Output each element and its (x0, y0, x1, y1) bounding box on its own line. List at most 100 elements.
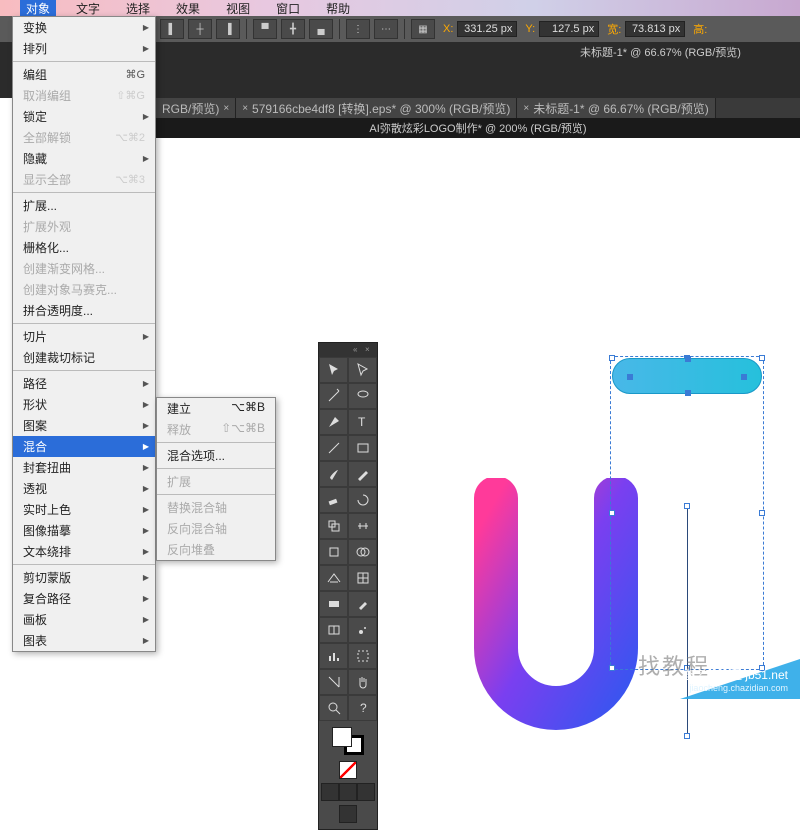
draw-mode-normal-icon[interactable] (321, 783, 339, 801)
align-bottom-icon[interactable]: ▄ (309, 19, 333, 39)
scale-tool-icon[interactable] (319, 513, 348, 539)
anchor-point[interactable] (685, 390, 691, 396)
close-icon[interactable]: × (365, 346, 373, 354)
panel-header[interactable]: « × (319, 343, 377, 357)
close-icon[interactable]: × (523, 103, 529, 114)
menu-transform[interactable]: 变换 (13, 17, 155, 38)
slice-tool-icon[interactable] (319, 669, 348, 695)
bbox-handle[interactable] (759, 510, 765, 516)
magic-wand-tool-icon[interactable] (319, 383, 348, 409)
selection-tool-icon[interactable] (319, 357, 348, 383)
align-vcenter-icon[interactable]: ╋ (281, 19, 305, 39)
mesh-tool-icon[interactable] (348, 565, 377, 591)
menu-envelope-distort[interactable]: 封套扭曲 (13, 457, 155, 478)
tab-doc-2[interactable]: × 579166cbe4df8 [转换].eps* @ 300% (RGB/预览… (236, 98, 517, 119)
anchor-point[interactable] (684, 733, 690, 739)
anchor-point[interactable] (684, 503, 690, 509)
align-hcenter-icon[interactable]: ┼ (188, 19, 212, 39)
menu-item-help[interactable]: 帮助 (320, 0, 356, 17)
fill-swatch[interactable] (332, 727, 352, 747)
eyedropper-tool-icon[interactable] (348, 591, 377, 617)
menu-clipping-mask[interactable]: 剪切蒙版 (13, 567, 155, 588)
bbox-handle[interactable] (609, 510, 615, 516)
menu-item-select[interactable]: 选择 (120, 0, 156, 17)
w-value[interactable]: 73.813 px (625, 21, 685, 37)
artwork-capsule[interactable] (612, 358, 762, 394)
menu-image-trace[interactable]: 图像描摹 (13, 520, 155, 541)
menu-path[interactable]: 路径 (13, 373, 155, 394)
tab-doc-1[interactable]: RGB/预览) × (156, 98, 236, 119)
menu-graph[interactable]: 图表 (13, 630, 155, 651)
menu-live-paint[interactable]: 实时上色 (13, 499, 155, 520)
fill-stroke-swatches[interactable] (319, 727, 377, 755)
menu-pattern[interactable]: 图案 (13, 415, 155, 436)
menu-blend[interactable]: 混合 (13, 436, 155, 457)
close-icon[interactable]: × (223, 103, 229, 114)
pencil-tool-icon[interactable] (348, 461, 377, 487)
bbox-handle[interactable] (759, 355, 765, 361)
menu-perspective[interactable]: 透视 (13, 478, 155, 499)
tab-doc-3[interactable]: × 未标题-1* @ 66.67% (RGB/预览) (517, 98, 715, 119)
anchor-point[interactable] (685, 356, 691, 362)
bbox-handle[interactable] (609, 355, 615, 361)
rectangle-tool-icon[interactable] (348, 435, 377, 461)
anchor-point[interactable] (741, 374, 747, 380)
artboard-tool-icon[interactable] (348, 643, 377, 669)
none-swatch-icon[interactable] (339, 761, 357, 779)
menu-group[interactable]: 编组⌘G (13, 64, 155, 85)
close-icon[interactable]: × (242, 103, 248, 114)
menu-expand[interactable]: 扩展... (13, 195, 155, 216)
menu-compound-path[interactable]: 复合路径 (13, 588, 155, 609)
submenu-make[interactable]: 建立⌥⌘B (157, 398, 275, 419)
dist-v-icon[interactable]: ⋯ (374, 19, 398, 39)
transform-panel-icon[interactable]: ▦ (411, 19, 435, 39)
paintbrush-tool-icon[interactable] (319, 461, 348, 487)
draw-mode-behind-icon[interactable] (339, 783, 357, 801)
blend-tool-icon[interactable] (319, 617, 348, 643)
menu-rasterize[interactable]: 栅格化... (13, 237, 155, 258)
draw-mode-inside-icon[interactable] (357, 783, 375, 801)
submenu-blend-options[interactable]: 混合选项... (157, 445, 275, 466)
anchor-point[interactable] (627, 374, 633, 380)
rotate-tool-icon[interactable] (348, 487, 377, 513)
menu-text-wrap[interactable]: 文本绕排 (13, 541, 155, 562)
menu-crop-marks[interactable]: 创建裁切标记 (13, 347, 155, 368)
menu-artboards[interactable]: 画板 (13, 609, 155, 630)
symbol-sprayer-tool-icon[interactable] (348, 617, 377, 643)
artwork-path-line[interactable] (687, 506, 688, 736)
menu-lock[interactable]: 锁定 (13, 106, 155, 127)
shape-builder-tool-icon[interactable] (348, 539, 377, 565)
menu-slice[interactable]: 切片 (13, 326, 155, 347)
menu-shape[interactable]: 形状 (13, 394, 155, 415)
dist-h-icon[interactable]: ⋮ (346, 19, 370, 39)
menu-item-view[interactable]: 视图 (220, 0, 256, 17)
column-graph-tool-icon[interactable] (319, 643, 348, 669)
align-right-icon[interactable]: ▐ (216, 19, 240, 39)
width-tool-icon[interactable] (348, 513, 377, 539)
selected-object-bounding-box[interactable] (612, 358, 762, 668)
menu-item-text[interactable]: 文字 (70, 0, 106, 17)
menu-item-window[interactable]: 窗口 (270, 0, 306, 17)
y-value[interactable]: 127.5 px (539, 21, 599, 37)
menu-item-effect[interactable]: 效果 (170, 0, 206, 17)
direct-selection-tool-icon[interactable] (348, 357, 377, 383)
free-transform-tool-icon[interactable] (319, 539, 348, 565)
type-tool-icon[interactable]: T (348, 409, 377, 435)
screen-mode-icon[interactable] (339, 805, 357, 823)
align-top-icon[interactable]: ▀ (253, 19, 277, 39)
bbox-handle[interactable] (609, 665, 615, 671)
bbox-handle[interactable] (759, 665, 765, 671)
menu-item-object[interactable]: 对象 (20, 0, 56, 17)
perspective-grid-tool-icon[interactable] (319, 565, 348, 591)
menu-flatten-transparency[interactable]: 拼合透明度... (13, 300, 155, 321)
eraser-tool-icon[interactable] (319, 487, 348, 513)
gradient-tool-icon[interactable] (319, 591, 348, 617)
hand-tool-icon[interactable] (348, 669, 377, 695)
align-left-icon[interactable]: ▌ (160, 19, 184, 39)
lasso-tool-icon[interactable] (348, 383, 377, 409)
line-tool-icon[interactable] (319, 435, 348, 461)
pen-tool-icon[interactable] (319, 409, 348, 435)
collapse-icon[interactable]: « (353, 346, 361, 354)
menu-arrange[interactable]: 排列 (13, 38, 155, 59)
x-value[interactable]: 331.25 px (457, 21, 517, 37)
